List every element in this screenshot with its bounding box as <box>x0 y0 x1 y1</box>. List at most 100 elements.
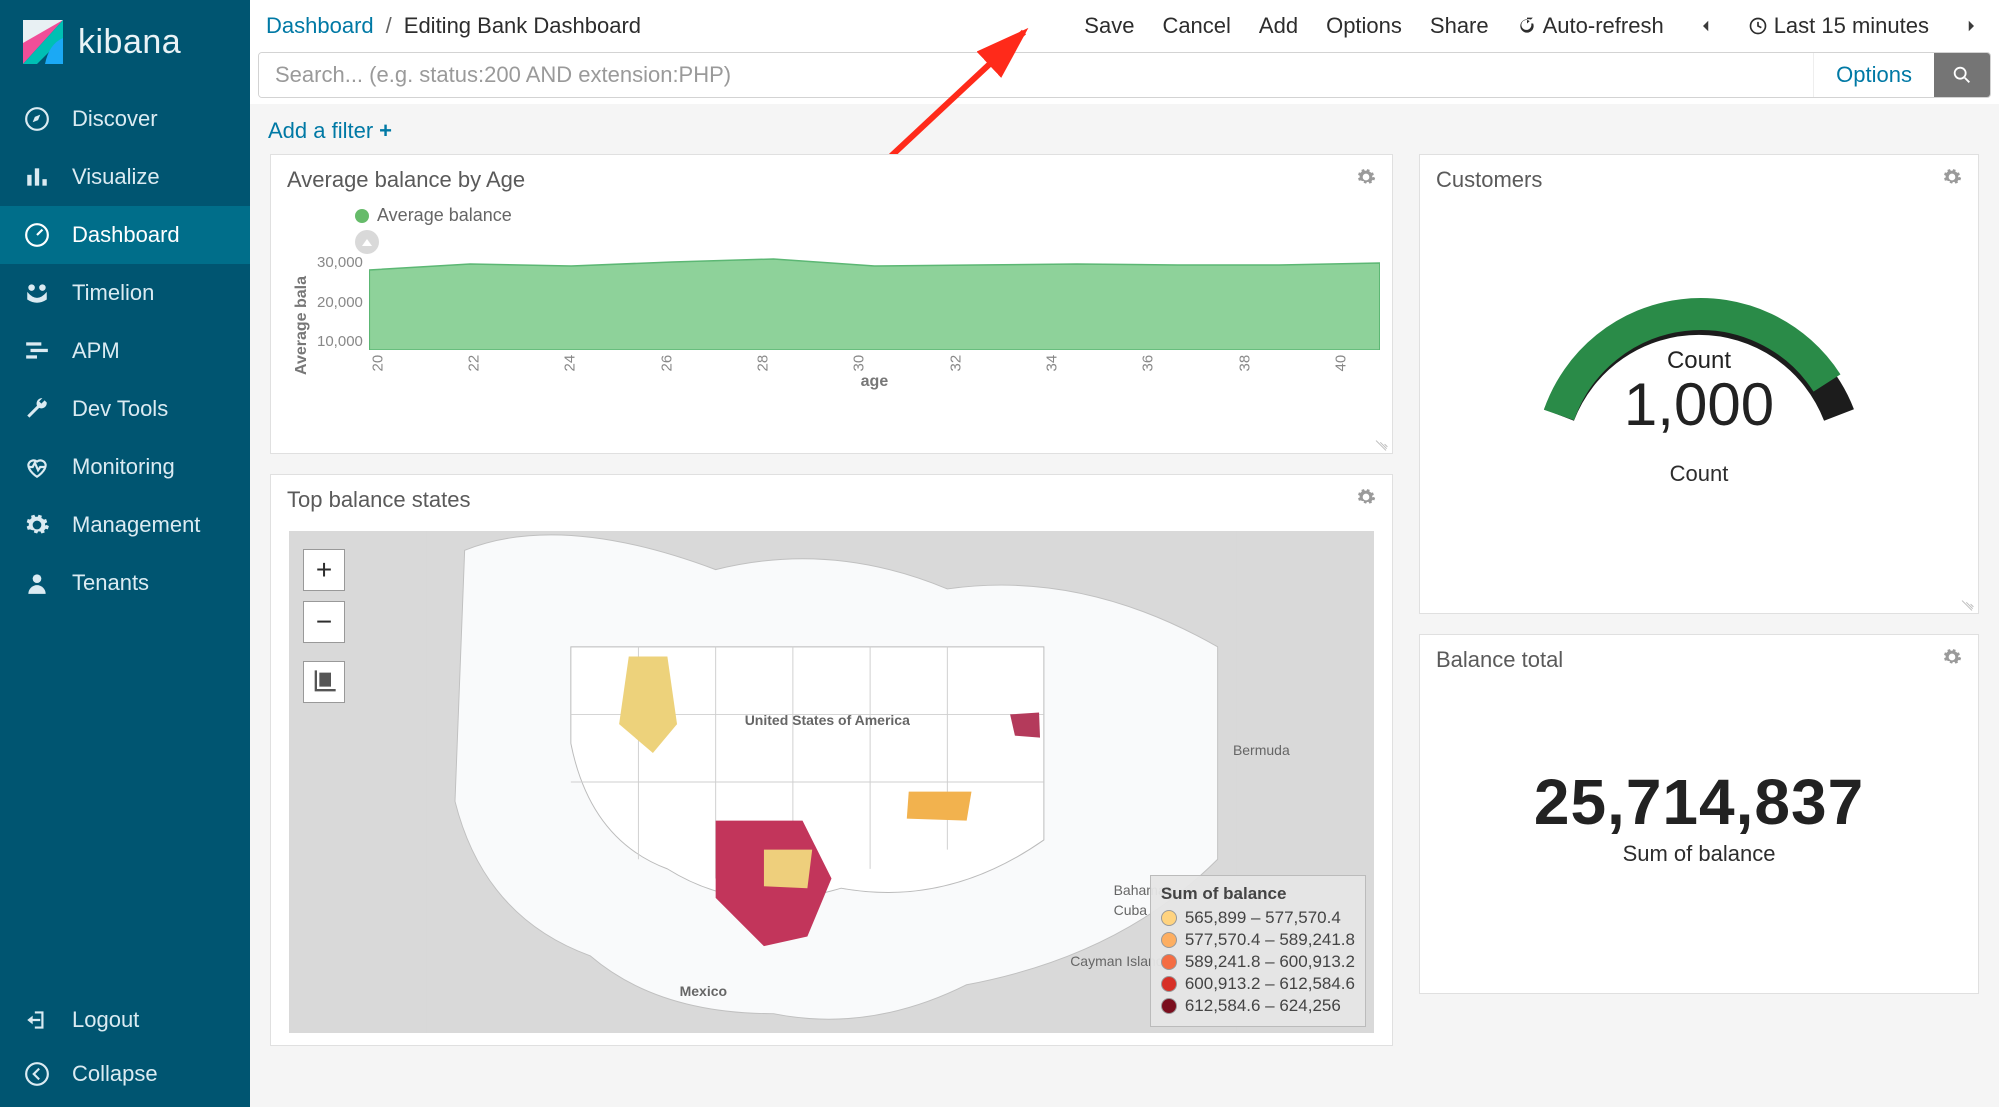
panel-title: Customers <box>1436 167 1542 193</box>
y-tick: 30,000 <box>317 254 363 271</box>
x-tick: 40 <box>1332 354 1349 372</box>
zoom-out-button[interactable]: − <box>303 601 345 643</box>
sidebar-item-label: Discover <box>72 106 158 132</box>
sidebar-item-visualize[interactable]: Visualize <box>0 148 250 206</box>
x-tick: 20 <box>369 354 386 372</box>
gauge-sublabel: Count <box>1670 461 1729 487</box>
plus-icon: + <box>379 118 392 144</box>
gauge-value: 1,000 <box>1624 375 1774 435</box>
metric-value: 25,714,837 <box>1534 765 1864 839</box>
time-next-button[interactable] <box>1957 17 1985 35</box>
gear-icon <box>1942 647 1962 667</box>
breadcrumb-current: Editing Bank Dashboard <box>404 13 641 39</box>
sidebar-item-devtools[interactable]: Dev Tools <box>0 380 250 438</box>
panel-settings-button[interactable] <box>1942 647 1962 673</box>
share-button[interactable]: Share <box>1430 13 1489 39</box>
resize-handle[interactable] <box>1375 436 1389 450</box>
map-zoom-controls: + − <box>303 549 345 703</box>
cancel-button[interactable]: Cancel <box>1162 13 1230 39</box>
bar-chart-icon <box>22 164 52 190</box>
add-filter-button[interactable]: Add a filter + <box>268 118 392 144</box>
x-tick: 38 <box>1236 354 1253 372</box>
fit-bounds-button[interactable] <box>303 661 345 703</box>
save-button[interactable]: Save <box>1084 13 1134 39</box>
chevron-right-icon <box>1962 17 1980 35</box>
sidebar-item-label: Dashboard <box>72 222 180 248</box>
map-legend: Sum of balance 565,899 – 577,570.4 577,5… <box>1150 875 1366 1027</box>
panel-settings-button[interactable] <box>1942 167 1962 193</box>
filter-bar: Add a filter + <box>250 104 1999 154</box>
sidebar-item-monitoring[interactable]: Monitoring <box>0 438 250 496</box>
chart-collapse-button[interactable] <box>355 230 379 254</box>
chart-legend: Average balance <box>355 205 1380 226</box>
auto-refresh-button[interactable]: Auto-refresh <box>1517 13 1664 39</box>
search-options-link[interactable]: Options <box>1813 53 1934 97</box>
y-axis-label: Average bala <box>293 254 311 396</box>
search-submit-button[interactable] <box>1934 53 1990 97</box>
sidebar-item-label: Monitoring <box>72 454 175 480</box>
sidebar-item-label: Dev Tools <box>72 396 168 422</box>
x-tick: 34 <box>1043 354 1060 372</box>
logout-icon <box>22 1007 52 1033</box>
dashboard-icon <box>22 222 52 248</box>
kibana-logo-icon <box>22 20 64 64</box>
sidebar-item-label: Logout <box>72 1007 139 1033</box>
clock-icon <box>1748 16 1768 36</box>
timelion-icon <box>22 280 52 306</box>
nav: Discover Visualize Dashboard Timelion AP… <box>0 90 250 993</box>
gear-icon <box>22 512 52 538</box>
breadcrumb: Dashboard / Editing Bank Dashboard <box>258 13 641 39</box>
legend-item: 577,570.4 – 589,241.8 <box>1185 930 1355 950</box>
metric-label: Sum of balance <box>1623 841 1776 867</box>
sidebar-item-tenants[interactable]: Tenants <box>0 554 250 612</box>
refresh-icon <box>1517 16 1537 36</box>
area-chart: Average bala 30,000 20,000 10,000 <box>293 254 1380 396</box>
map-label: United States of America <box>745 712 910 728</box>
sidebar-item-management[interactable]: Management <box>0 496 250 554</box>
options-button[interactable]: Options <box>1326 13 1402 39</box>
sidebar-item-apm[interactable]: APM <box>0 322 250 380</box>
sidebar-item-label: Tenants <box>72 570 149 596</box>
chevron-left-icon <box>1697 17 1715 35</box>
panel-settings-button[interactable] <box>1356 167 1376 193</box>
sidebar-item-timelion[interactable]: Timelion <box>0 264 250 322</box>
time-range-label: Last 15 minutes <box>1774 13 1929 39</box>
topbar: Dashboard / Editing Bank Dashboard Save … <box>250 0 1999 104</box>
auto-refresh-label: Auto-refresh <box>1543 13 1664 39</box>
time-picker[interactable]: Last 15 minutes <box>1748 13 1929 39</box>
zoom-in-button[interactable]: + <box>303 549 345 591</box>
panel-title: Balance total <box>1436 647 1563 673</box>
panel-avg-balance: Average balance by Age Average balance A… <box>270 154 1393 454</box>
map-legend-title: Sum of balance <box>1161 884 1355 904</box>
x-tick: 36 <box>1140 354 1157 372</box>
legend-swatch <box>355 209 369 223</box>
crop-icon <box>310 668 338 696</box>
sidebar-item-discover[interactable]: Discover <box>0 90 250 148</box>
panel-settings-button[interactable] <box>1356 487 1376 513</box>
brand-label: kibana <box>78 23 181 62</box>
x-tick: 26 <box>658 354 675 372</box>
map-label: Cuba <box>1114 902 1147 918</box>
map-label: Mexico <box>680 983 727 999</box>
time-prev-button[interactable] <box>1692 17 1720 35</box>
compass-icon <box>22 106 52 132</box>
breadcrumb-sep: / <box>386 13 392 39</box>
search-input[interactable] <box>259 53 1813 97</box>
gauge-chart: Count 1,000 <box>1519 205 1879 435</box>
sidebar-item-dashboard[interactable]: Dashboard <box>0 206 250 264</box>
panel-top-states: Top balance states <box>270 474 1393 1046</box>
map[interactable]: United States of America Mexico Bermuda … <box>289 531 1374 1033</box>
brand[interactable]: kibana <box>0 0 250 90</box>
sidebar-item-collapse[interactable]: Collapse <box>0 1047 250 1101</box>
gear-icon <box>1942 167 1962 187</box>
sidebar: kibana Discover Visualize Dashboard Time… <box>0 0 250 1107</box>
legend-item: 600,913.2 – 612,584.6 <box>1185 974 1355 994</box>
sidebar-item-logout[interactable]: Logout <box>0 993 250 1047</box>
add-button[interactable]: Add <box>1259 13 1298 39</box>
x-tick: 32 <box>947 354 964 372</box>
breadcrumb-root[interactable]: Dashboard <box>266 13 374 39</box>
x-tick: 28 <box>755 354 772 372</box>
resize-handle[interactable] <box>1961 596 1975 610</box>
sidebar-item-label: Visualize <box>72 164 160 190</box>
main: Dashboard / Editing Bank Dashboard Save … <box>250 0 1999 1107</box>
